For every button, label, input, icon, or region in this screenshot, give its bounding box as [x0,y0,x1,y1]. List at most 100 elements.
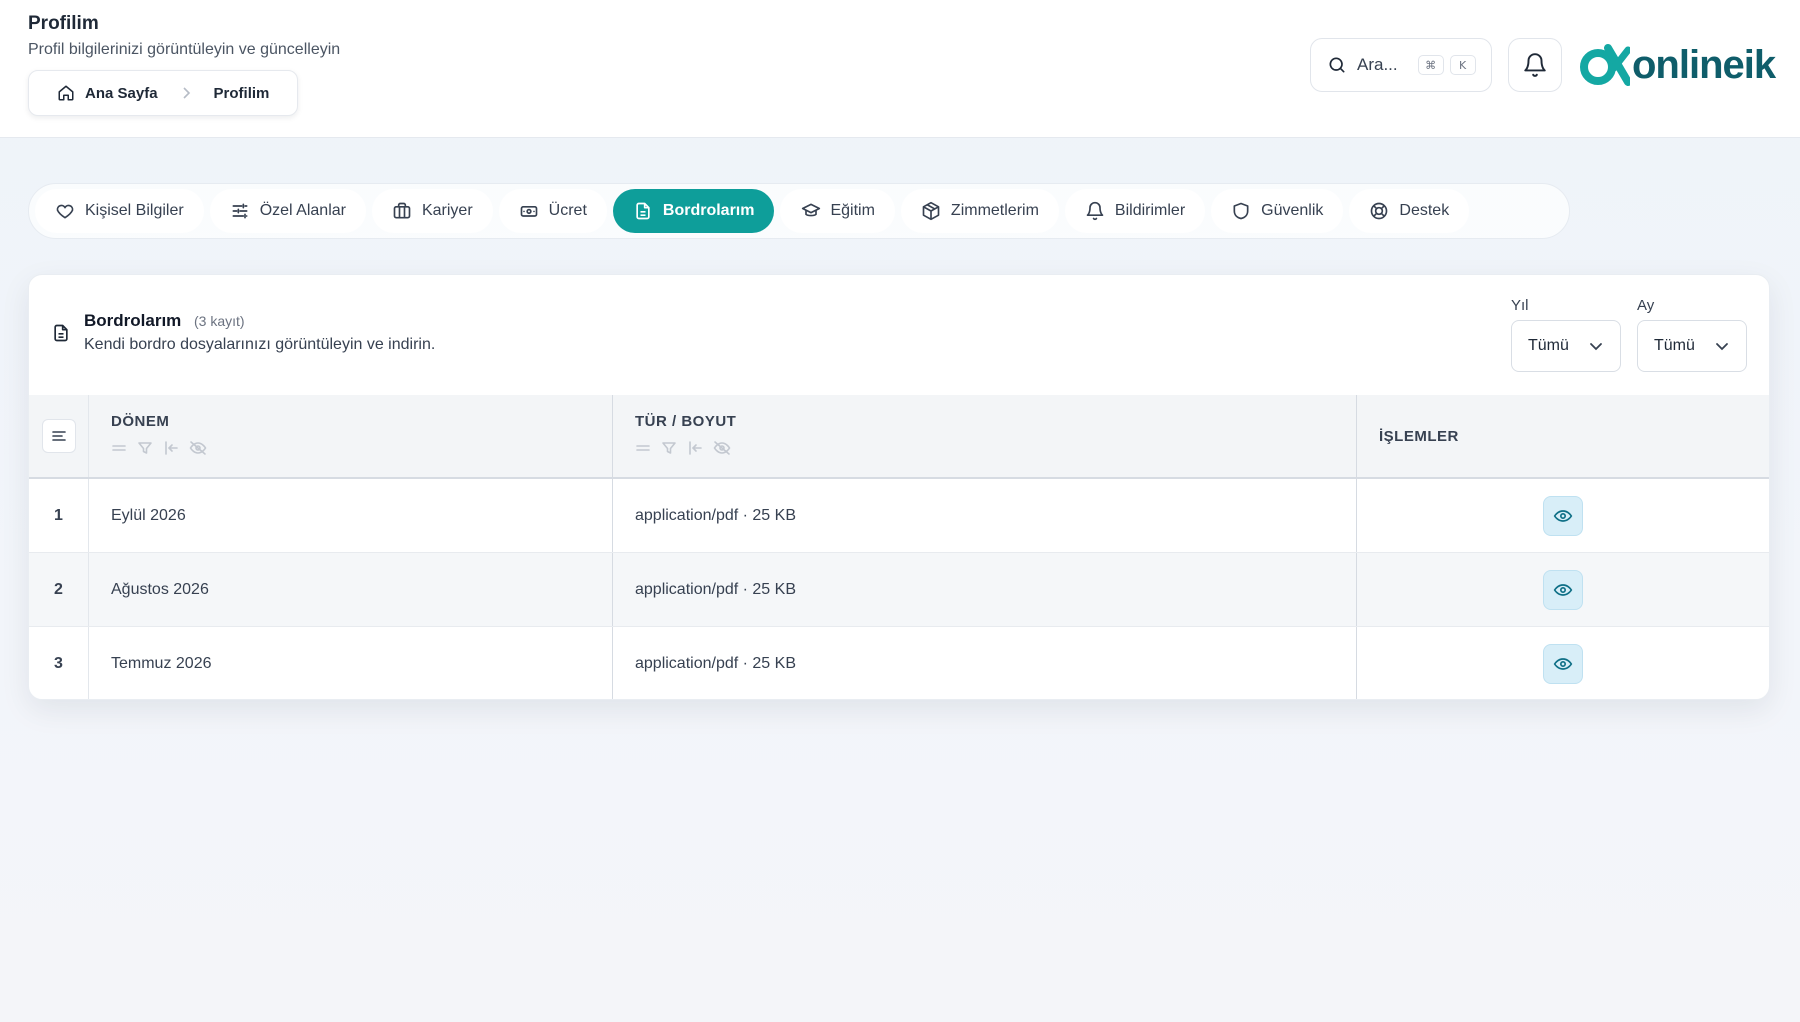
logo-mark-icon [1578,42,1630,88]
document-icon [51,322,71,344]
page-header: Profilim Profil bilgilerinizi görüntüley… [0,0,1800,138]
hide-column-icon[interactable] [189,440,207,456]
table-row: 2 Ağustos 2026 application/pdf · 25 KB [29,553,1769,627]
tab-label: Destek [1399,202,1450,219]
row-type-size: application/pdf · 25 KB [613,627,1357,699]
table-header: DÖNEM TÜR / BOYUT İŞLEMLER [29,395,1769,479]
notifications-button[interactable] [1508,38,1562,92]
page-title: Profilim [28,13,99,34]
breadcrumb-current: Profilim [213,84,270,102]
tab-custom-fields[interactable]: Özel Alanlar [209,189,366,233]
row-type-size: application/pdf · 25 KB [613,553,1357,626]
brand-logo[interactable]: onlineik [1578,42,1776,88]
tab-label: Ücret [548,202,587,219]
sort-icon[interactable] [635,440,651,456]
tab-support[interactable]: Destek [1349,189,1470,233]
month-select-value: Tümü [1654,337,1695,354]
kbd-cmd: ⌘ [1417,55,1444,75]
view-button[interactable] [1543,495,1583,536]
year-select[interactable]: Tümü [1511,320,1621,372]
view-button[interactable] [1543,643,1583,684]
breadcrumb: Ana Sayfa Profilim [28,70,299,116]
eye-icon [1553,580,1573,600]
month-filter-label: Ay [1637,297,1655,314]
bell-icon [1522,52,1548,78]
filter-icon[interactable] [661,440,677,456]
row-index: 2 [29,553,89,626]
year-filter: Yıl Tümü [1511,297,1621,372]
row-index: 3 [29,627,89,699]
tab-label: Kariyer [421,202,473,219]
chevron-right-icon [180,86,192,100]
search-icon [1327,55,1347,75]
eye-icon [1553,654,1573,674]
menu-lines-icon [51,429,67,443]
column-actions: İŞLEMLER [1357,395,1769,477]
tab-assets[interactable]: Zimmetlerim [900,189,1059,233]
tab-label: Eğitim [830,202,875,219]
money-icon [519,201,539,221]
tab-education[interactable]: Eğitim [780,189,895,233]
row-period: Temmuz 2026 [89,627,613,699]
breadcrumb-home-link[interactable]: Ana Sayfa [85,85,158,102]
tab-security[interactable]: Güvenlik [1211,189,1344,233]
column-header-actions: İŞLEMLER [1379,427,1459,445]
payroll-card: Bordrolarım (3 kayıt) Kendi bordro dosya… [28,274,1770,700]
table-row: 1 Eylül 2026 application/pdf · 25 KB [29,479,1769,553]
tab-label: Güvenlik [1261,202,1324,219]
tab-personal-info[interactable]: Kişisel Bilgiler [35,189,204,233]
tab-label: Zimmetlerim [950,202,1039,219]
tab-payrolls[interactable]: Bordrolarım [612,189,775,233]
sliders-icon [230,201,250,221]
page-subtitle: Profil bilgilerinizi görüntüleyin ve gün… [28,41,341,58]
row-index: 1 [29,479,89,552]
column-period: DÖNEM [89,395,613,477]
logo-text: onlineik [1632,42,1776,87]
search-button[interactable]: Ara... ⌘ K [1310,38,1492,92]
search-placeholder: Ara... [1357,55,1398,74]
year-filter-label: Yıl [1511,297,1529,314]
kbd-k: K [1449,55,1476,75]
payroll-table: DÖNEM TÜR / BOYUT İŞLEMLER 1 Eylül 2026 … [29,395,1769,699]
column-menu-button[interactable] [41,419,76,453]
graduation-cap-icon [800,201,821,221]
tab-label: Kişisel Bilgiler [85,202,184,219]
tab-label: Bordrolarım [662,202,755,219]
tab-salary[interactable]: Ücret [498,189,607,233]
column-type-size: TÜR / BOYUT [613,395,1357,477]
document-icon [633,201,653,221]
tab-label: Özel Alanlar [259,202,346,219]
eye-icon [1553,506,1573,526]
chevron-down-icon [1588,338,1604,354]
row-type-size: application/pdf · 25 KB [613,479,1357,552]
table-row: 3 Temmuz 2026 application/pdf · 25 KB [29,627,1769,699]
heart-icon [55,201,75,221]
home-icon [57,84,75,102]
month-select[interactable]: Tümü [1637,320,1747,372]
column-header-type-size[interactable]: TÜR / BOYUT [635,413,1356,430]
briefcase-icon [392,201,412,221]
card-title: Bordrolarım [84,311,182,330]
box-icon [921,201,941,221]
year-select-value: Tümü [1528,337,1569,354]
record-count: (3 kayıt) [194,313,245,329]
tab-notifications[interactable]: Bildirimler [1064,189,1206,233]
shield-icon [1231,201,1251,221]
view-button[interactable] [1543,569,1583,610]
tab-career[interactable]: Kariyer [371,189,493,233]
card-header: Bordrolarım (3 kayıt) Kendi bordro dosya… [29,275,1769,395]
bell-icon [1085,201,1105,221]
column-header-period[interactable]: DÖNEM [111,413,612,430]
row-period: Ağustos 2026 [89,553,613,626]
lifebuoy-icon [1369,201,1389,221]
pin-column-icon[interactable] [687,440,703,456]
filter-icon[interactable] [137,440,153,456]
pin-column-icon[interactable] [163,440,179,456]
hide-column-icon[interactable] [713,440,731,456]
profile-tabs: Kişisel Bilgiler Özel Alanlar Kariyer Üc… [28,183,1570,239]
chevron-down-icon [1714,338,1730,354]
month-filter: Ay Tümü [1637,297,1747,372]
sort-icon[interactable] [111,440,127,456]
card-description: Kendi bordro dosyalarınızı görüntüleyin … [84,336,436,353]
row-period: Eylül 2026 [89,479,613,552]
